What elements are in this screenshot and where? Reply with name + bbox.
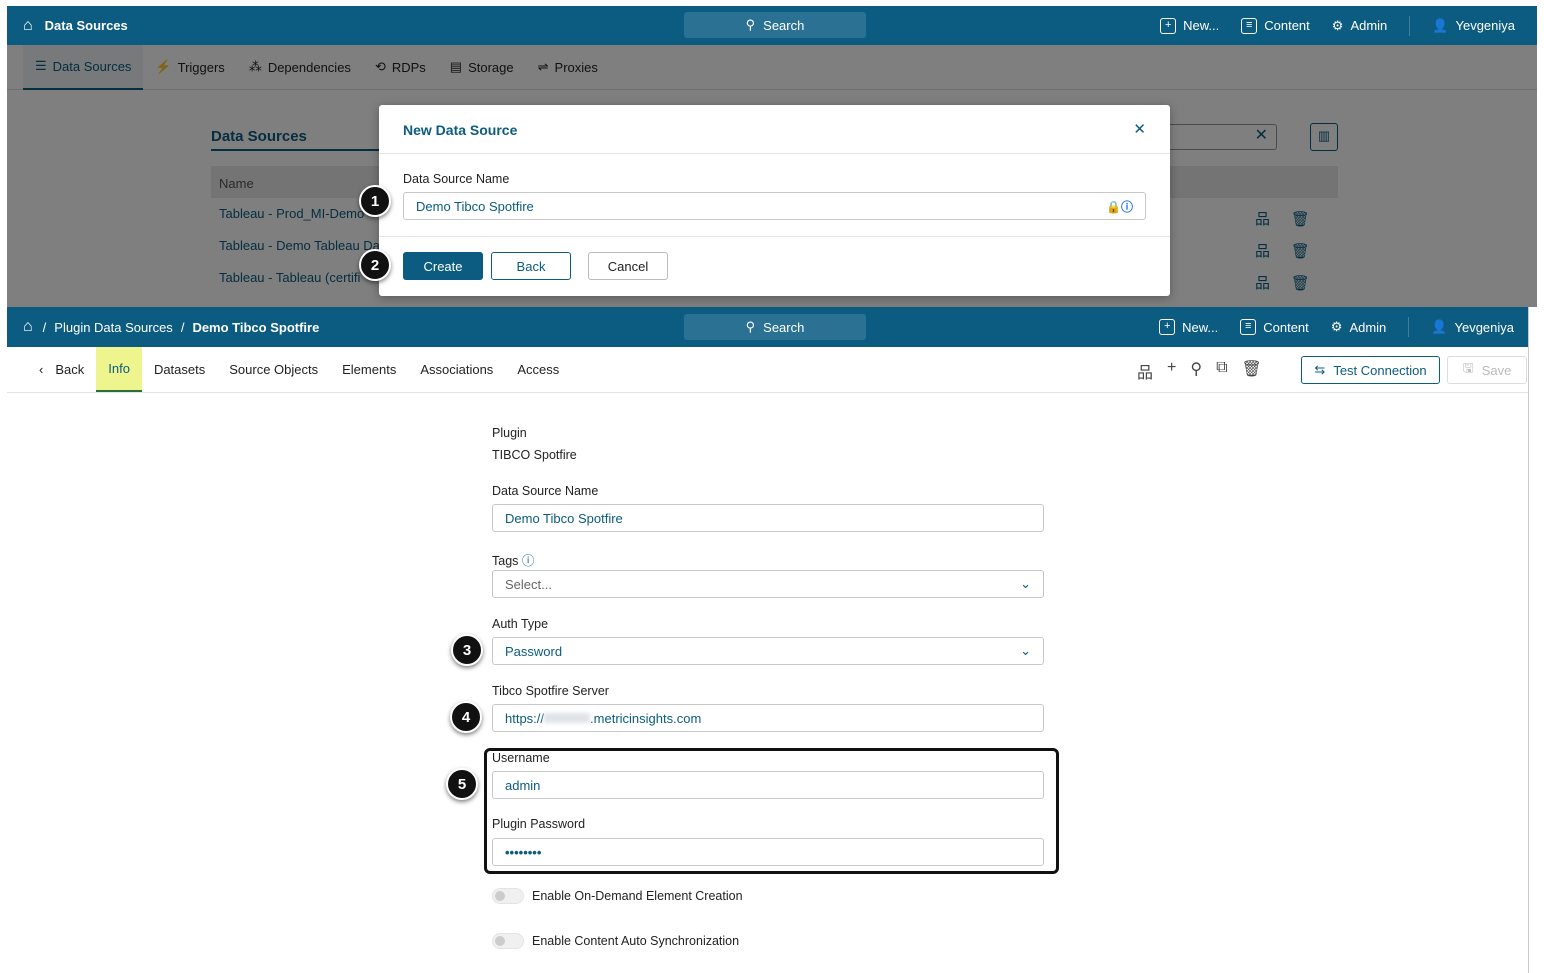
search-icon: ⚲	[745, 17, 756, 32]
auth-type-select[interactable]: Password ⌄	[492, 637, 1044, 665]
chevron-left-icon: ‹	[39, 362, 44, 377]
user-menu[interactable]: 👤 Yevgeniya	[1431, 319, 1514, 335]
divider	[1408, 317, 1410, 337]
callout-badge-1: 1	[359, 185, 391, 217]
divider	[1409, 15, 1411, 36]
cancel-button[interactable]: Cancel	[588, 252, 668, 280]
plus-icon: +	[1159, 319, 1176, 335]
user-icon: 👤	[1431, 319, 1448, 334]
tab-source-objects[interactable]: Source Objects	[217, 347, 330, 392]
modal-title: New Data Source	[403, 122, 518, 138]
content-button[interactable]: ≡ Content	[1240, 319, 1309, 335]
gear-icon: ⚙	[1330, 319, 1343, 334]
password-input[interactable]: ••••••••	[492, 838, 1044, 866]
username-input[interactable]: admin	[492, 771, 1044, 799]
top-header: ⌂ Data Sources ⚲ Search + New... ≡ Content …	[7, 6, 1537, 45]
bottom-panel: ⌂ / Plugin Data Sources / Demo Tibco Spo…	[7, 307, 1529, 973]
add-icon[interactable]: +	[1167, 359, 1176, 383]
save-icon: 🖫	[1462, 360, 1474, 375]
search-icon: ⚲	[745, 319, 756, 334]
plugin-value: TIBCO Spotfire	[492, 448, 577, 462]
home-icon[interactable]: ⌂	[23, 318, 33, 336]
toggle-switch[interactable]	[492, 888, 524, 904]
callout-badge-2: 2	[359, 249, 391, 281]
data-source-name-input[interactable]: Demo Tibco Spotfire	[492, 504, 1044, 532]
breadcrumb-plugin-data-sources[interactable]: Plugin Data Sources	[54, 320, 173, 335]
field-label: Data Source Name	[403, 172, 510, 186]
swap-arrows-icon: ⇆	[1314, 362, 1326, 377]
new-button[interactable]: + New...	[1160, 17, 1219, 34]
tags-label: Tags ⓘ	[492, 554, 535, 568]
tags-select[interactable]: Select... ⌄	[492, 570, 1044, 598]
password-label: Plugin Password	[492, 817, 586, 831]
tab-info[interactable]: Info	[96, 347, 142, 392]
save-button[interactable]: 🖫 Save	[1447, 356, 1527, 384]
password-manager-icon[interactable]: 🔒ⓘ	[1106, 198, 1133, 215]
data-source-name-input[interactable]: Demo Tibco Spotfire 🔒ⓘ	[403, 192, 1146, 220]
close-icon[interactable]: ✕	[1133, 120, 1146, 138]
new-data-source-modal: New Data Source ✕ Data Source Name Demo …	[379, 105, 1170, 296]
gear-icon: ⚙	[1331, 17, 1344, 33]
home-icon[interactable]: ⌂	[23, 17, 33, 35]
tab-bar: ‹ Back Info Datasets Source Objects Eleme…	[7, 347, 1528, 393]
admin-button[interactable]: ⚙ Admin	[1331, 319, 1387, 335]
folder-icon: ≡	[1241, 17, 1258, 34]
callout-badge-5: 5	[446, 768, 478, 800]
search-button[interactable]: ⚲ Search	[684, 314, 866, 340]
trash-icon[interactable]: 🗑	[1242, 359, 1262, 383]
content-button[interactable]: ≡ Content	[1241, 17, 1310, 34]
back-link[interactable]: ‹ Back	[27, 347, 96, 392]
auth-type-label: Auth Type	[492, 617, 549, 631]
tab-access[interactable]: Access	[505, 347, 571, 392]
breadcrumb-current: Demo Tibco Spotfire	[192, 319, 320, 335]
plugin-label: Plugin	[492, 426, 527, 440]
search-icon[interactable]: ⚲	[1190, 359, 1202, 383]
tab-datasets[interactable]: Datasets	[142, 347, 217, 392]
toolbar-icons: 品 + ⚲ ⧉ 🗑	[1137, 359, 1262, 383]
toggle-switch[interactable]	[492, 933, 524, 949]
user-icon: 👤	[1432, 17, 1449, 33]
copy-icon[interactable]: ⧉	[1216, 359, 1227, 383]
server-label: Tibco Spotfire Server	[492, 684, 609, 698]
hierarchy-icon[interactable]: 品	[1137, 359, 1153, 383]
info-icon[interactable]: ⓘ	[522, 554, 535, 568]
server-input[interactable]: https://.metricinsights.com	[492, 704, 1044, 732]
folder-icon: ≡	[1240, 319, 1257, 335]
chevron-down-icon: ⌄	[1020, 643, 1031, 658]
plus-icon: +	[1160, 17, 1177, 34]
redacted-blur	[544, 713, 591, 723]
admin-button[interactable]: ⚙ Admin	[1332, 18, 1388, 34]
name-label: Data Source Name	[492, 484, 599, 498]
username-label: Username	[492, 751, 550, 765]
user-menu[interactable]: 👤 Yevgeniya	[1432, 18, 1515, 34]
search-button[interactable]: ⚲ Search	[684, 12, 866, 38]
test-connection-button[interactable]: ⇆ Test Connection	[1301, 356, 1440, 384]
create-button[interactable]: Create	[403, 252, 483, 280]
on-demand-toggle[interactable]: Enable On-Demand Element Creation	[492, 888, 743, 904]
tab-elements[interactable]: Elements	[330, 347, 408, 392]
header-title: Data Sources	[44, 18, 128, 33]
back-button[interactable]: Back	[491, 252, 571, 280]
chevron-down-icon: ⌄	[1020, 576, 1031, 591]
callout-badge-4: 4	[450, 701, 482, 733]
tab-associations[interactable]: Associations	[408, 347, 505, 392]
auto-sync-toggle[interactable]: Enable Content Auto Synchronization	[492, 933, 739, 949]
top-panel: ⌂ Data Sources ⚲ Search + New... ≡ Content …	[7, 6, 1537, 307]
new-button[interactable]: + New...	[1159, 319, 1218, 335]
callout-badge-3: 3	[451, 634, 483, 666]
bottom-header: ⌂ / Plugin Data Sources / Demo Tibco Spo…	[7, 307, 1528, 347]
